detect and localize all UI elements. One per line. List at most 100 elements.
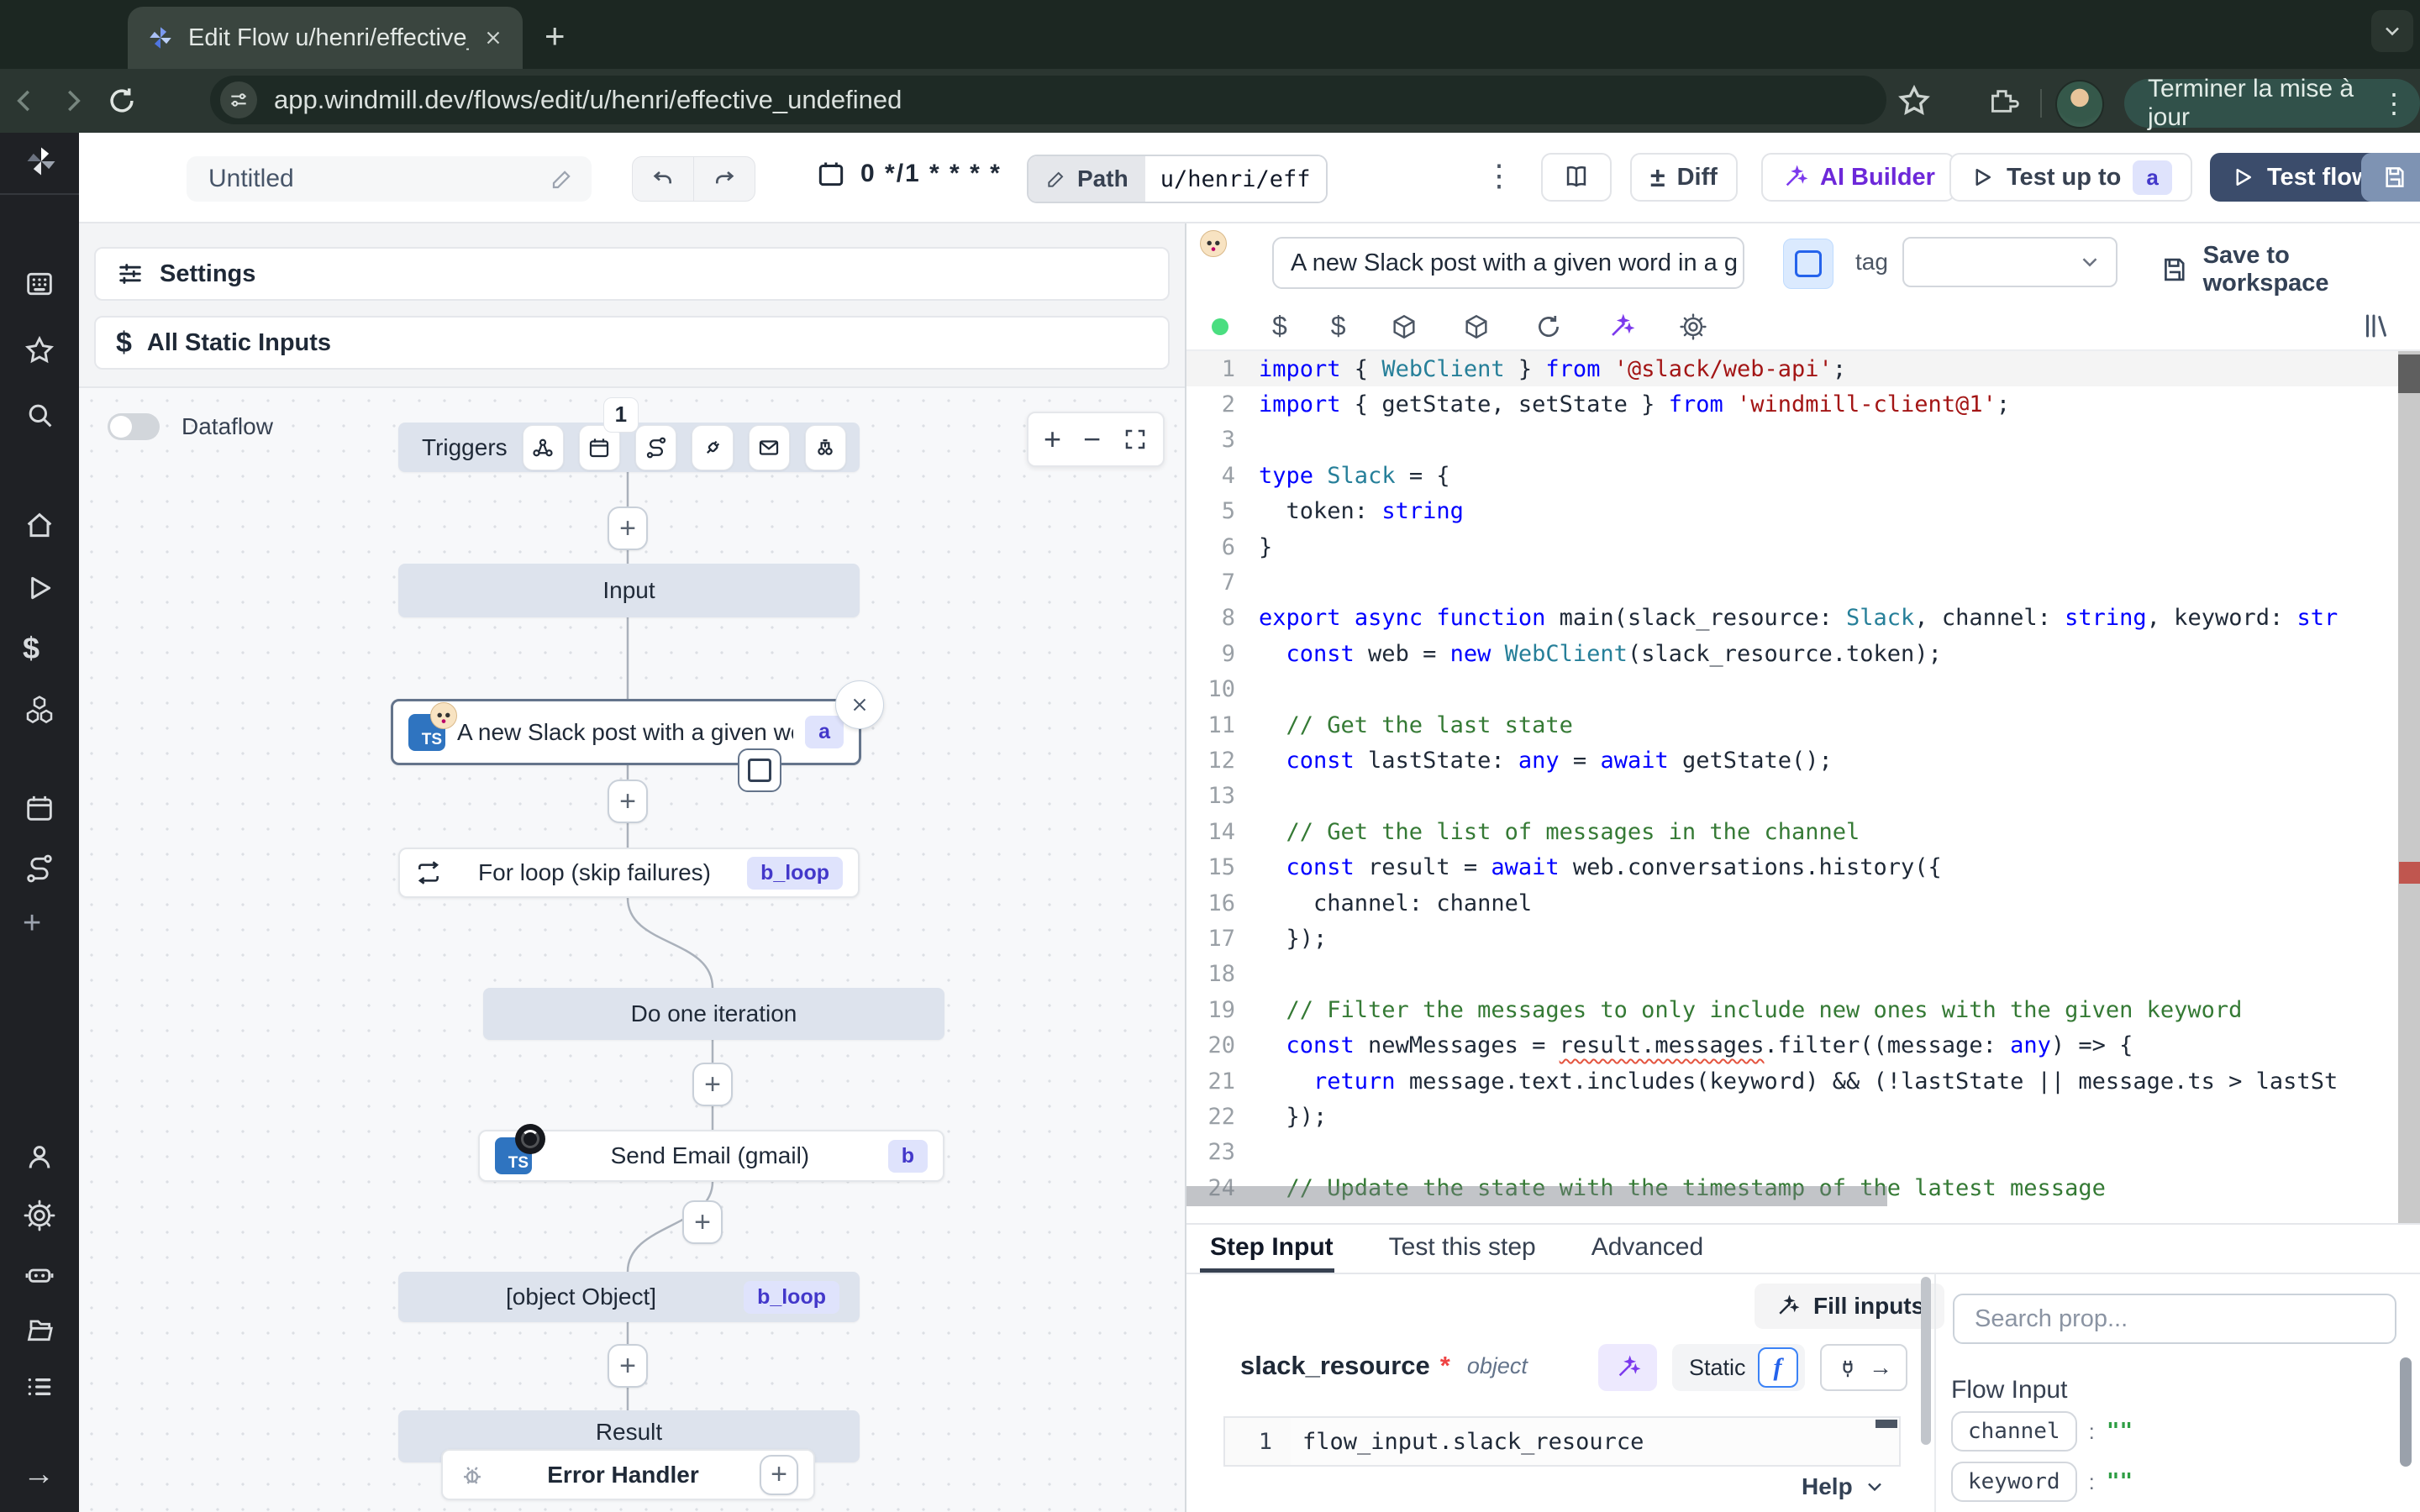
sidebar-item-account[interactable]: [23, 1141, 56, 1174]
flow-graph[interactable]: Dataflow + − Triggers 1: [79, 386, 1185, 1512]
code-editor[interactable]: 1import { WebClient } from '@slack/web-a…: [1186, 349, 2420, 1225]
javascript-expr-button[interactable]: f: [1758, 1347, 1798, 1388]
sidebar-item-logs[interactable]: [23, 1370, 56, 1404]
dataflow-toggle[interactable]: [108, 413, 160, 440]
diff-button[interactable]: ± Diff: [1630, 153, 1738, 202]
browser-update-button[interactable]: Terminer la mise à jour ⋮: [2124, 79, 2420, 128]
delete-step-button[interactable]: [835, 680, 884, 729]
sidebar-item-workers[interactable]: [23, 1257, 56, 1291]
ai-assist-wand-icon[interactable]: [1607, 312, 1635, 341]
sidebar-item-add[interactable]: +: [23, 906, 41, 942]
profile-avatar[interactable]: [2055, 80, 2104, 129]
static-expr-toggle[interactable]: Static f: [1672, 1344, 1805, 1391]
browser-menu-kebab-icon[interactable]: ⋮: [2381, 87, 2408, 119]
undo-button[interactable]: [632, 156, 694, 202]
code-line[interactable]: 10: [1186, 672, 2420, 707]
panel-scrollbar[interactable]: [1921, 1277, 1931, 1445]
extensions-icon[interactable]: [1985, 84, 2020, 119]
settings-row[interactable]: Settings: [94, 247, 1170, 301]
webhook-icon[interactable]: [523, 425, 564, 470]
sidebar-item-apps[interactable]: [23, 267, 56, 301]
editor-settings-gear-icon[interactable]: [1679, 312, 1707, 341]
search-prop-input[interactable]: Search prop...: [1953, 1294, 2396, 1344]
http-route-icon[interactable]: [635, 425, 676, 470]
ai-builder-button[interactable]: AI Builder: [1761, 153, 1955, 202]
code-line[interactable]: 9 const web = new WebClient(slack_resour…: [1186, 636, 2420, 671]
sidebar-collapse-arrow-icon[interactable]: →: [23, 1457, 55, 1493]
fit-view-button[interactable]: [1123, 427, 1148, 452]
add-step-button[interactable]: +: [608, 1344, 648, 1388]
code-line[interactable]: 8export async function main(slack_resour…: [1186, 601, 2420, 636]
site-info-icon[interactable]: [220, 81, 257, 118]
scrollbar-thumb[interactable]: [2398, 354, 2420, 393]
library-icon[interactable]: [2361, 311, 2391, 341]
code-line[interactable]: 5 token: string: [1186, 494, 2420, 529]
schedule-summary[interactable]: 0 */1 * * * *: [815, 158, 1002, 190]
prop-name-pill[interactable]: keyword: [1951, 1462, 2077, 1502]
back-button[interactable]: [0, 85, 49, 117]
stop-after-step-button[interactable]: [738, 748, 781, 792]
sidebar-item-runs[interactable]: [23, 571, 56, 605]
add-step-button[interactable]: +: [608, 780, 648, 823]
zoom-out-button[interactable]: −: [1083, 422, 1101, 457]
horizontal-scrollbar[interactable]: [1186, 1186, 1887, 1206]
code-line[interactable]: 16 channel: channel: [1186, 885, 2420, 921]
tab-search-chevron-icon[interactable]: [2371, 10, 2413, 52]
code-line[interactable]: 17 });: [1186, 921, 2420, 956]
reload-script-icon[interactable]: [1534, 312, 1563, 341]
path-field[interactable]: Path u/henri/eff: [1027, 155, 1328, 203]
code-line[interactable]: 18: [1186, 957, 2420, 992]
draft-button[interactable]: Draft: [2361, 153, 2420, 202]
prop-name-pill[interactable]: channel: [1951, 1411, 2077, 1452]
code-line[interactable]: 12 const lastState: any = await getState…: [1186, 743, 2420, 778]
sidebar-item-favorites[interactable]: [23, 333, 56, 367]
fill-inputs-button[interactable]: Fill inputs: [1754, 1284, 1944, 1329]
tab-close-icon[interactable]: [482, 27, 504, 49]
code-line[interactable]: 2import { getState, setState } from 'win…: [1186, 386, 2420, 422]
sidebar-item-home[interactable]: [23, 509, 56, 543]
add-step-button[interactable]: +: [682, 1200, 723, 1244]
url-bar[interactable]: app.windmill.dev/flows/edit/u/henri/effe…: [210, 76, 1886, 124]
step-summary-input[interactable]: A new Slack post with a given word in a …: [1272, 237, 1744, 289]
prop-row[interactable]: keyword:"": [1951, 1462, 2307, 1502]
code-line[interactable]: 21 return message.text.includes(keyword)…: [1186, 1063, 2420, 1099]
code-line[interactable]: 15 const result = await web.conversation…: [1186, 849, 2420, 885]
editor-scrollbar[interactable]: [2398, 351, 2420, 1225]
input-node[interactable]: Input: [398, 564, 860, 617]
code-line[interactable]: 14 // Get the list of messages in the ch…: [1186, 814, 2420, 849]
tab-test-this-step[interactable]: Test this step: [1389, 1233, 1536, 1262]
code-line[interactable]: 7: [1186, 564, 2420, 600]
email-trigger-icon[interactable]: [749, 425, 790, 470]
prop-row[interactable]: channel:"": [1951, 1411, 2307, 1452]
flow-name-field[interactable]: Untitled: [187, 156, 592, 202]
slack-step-node[interactable]: TS A new Slack post with a given wor... …: [391, 699, 861, 765]
code-line[interactable]: 19 // Filter the messages to only includ…: [1186, 992, 2420, 1027]
tab-advanced[interactable]: Advanced: [1591, 1233, 1703, 1262]
forward-button[interactable]: [49, 85, 97, 117]
code-line[interactable]: 1import { WebClient } from '@slack/web-a…: [1186, 351, 2420, 386]
sidebar-item-settings[interactable]: [23, 1199, 56, 1232]
zoom-in-button[interactable]: +: [1044, 422, 1061, 457]
sidebar-item-variables[interactable]: $: [23, 631, 39, 666]
for-loop-node[interactable]: For loop (skip failures) b_loop: [398, 848, 860, 898]
docs-button[interactable]: [1541, 153, 1612, 202]
all-static-inputs-row[interactable]: $ All Static Inputs: [94, 316, 1170, 370]
expr-editor[interactable]: 1 flow_input.slack_resource: [1223, 1416, 1901, 1467]
bookmark-star-icon[interactable]: [1896, 82, 1933, 119]
more-options-kebab-icon[interactable]: ⋮: [1484, 158, 1514, 193]
tab-step-input[interactable]: Step Input: [1210, 1233, 1334, 1262]
diff-mode-toggle[interactable]: [1783, 239, 1833, 289]
tag-select[interactable]: [1902, 237, 2118, 287]
sidebar-item-resources[interactable]: [23, 693, 56, 727]
collect-result-node[interactable]: [object Object] b_loop: [398, 1272, 860, 1322]
code-line[interactable]: 13: [1186, 779, 2420, 814]
save-to-workspace-button[interactable]: Save to workspace: [2160, 242, 2420, 297]
send-email-node[interactable]: TS Send Email (gmail) b: [478, 1130, 944, 1182]
test-up-to-button[interactable]: Test up to a: [1949, 153, 2192, 202]
kafka-icon[interactable]: [805, 425, 846, 470]
triggers-node[interactable]: Triggers 1: [398, 423, 860, 472]
code-line[interactable]: 23: [1186, 1135, 2420, 1170]
package-icon[interactable]: [1390, 312, 1418, 341]
sidebar-item-search[interactable]: [23, 398, 56, 432]
browser-tab[interactable]: Edit Flow u/henri/effective_un: [128, 7, 523, 69]
